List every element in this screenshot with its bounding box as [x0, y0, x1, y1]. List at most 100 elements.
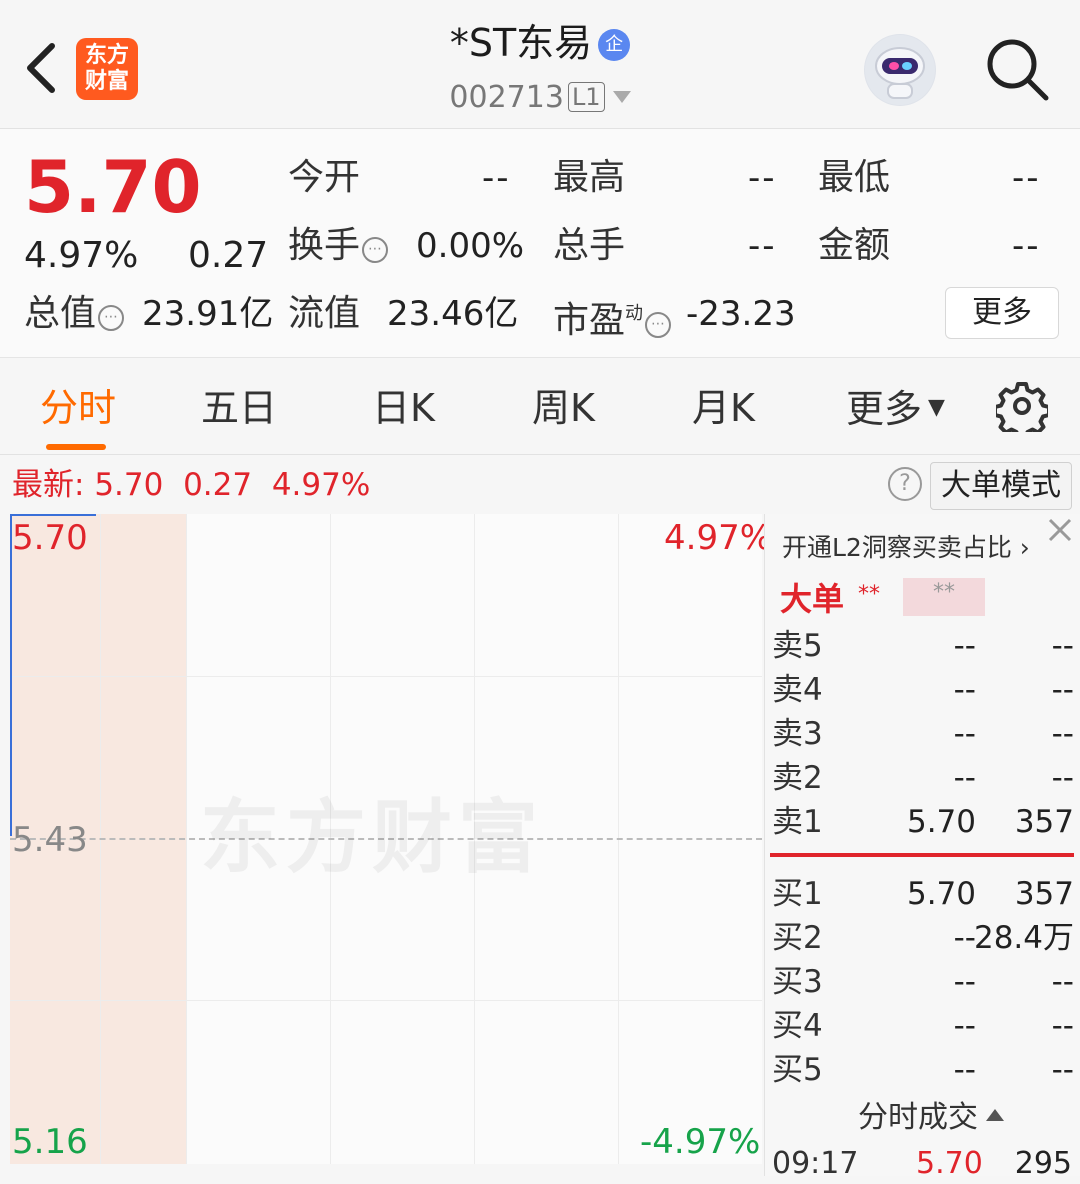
collapse-caret-icon [986, 1109, 1004, 1121]
dropdown-triangle-icon: ▼ [928, 395, 945, 420]
sell-price: -- [953, 628, 976, 664]
help-icon[interactable]: ? [888, 467, 922, 501]
buy-level: 买1 [772, 876, 823, 912]
amount-label: 金额 [818, 225, 891, 266]
buy-level: 买5 [772, 1052, 823, 1088]
turnover-label-group[interactable]: 换手 ⋯ [288, 224, 389, 268]
sell-price: -- [953, 672, 976, 708]
buy-level: 买4 [772, 1008, 823, 1044]
level-badge: L1 [567, 82, 605, 112]
low-value: -- [1012, 158, 1041, 198]
assistant-robot-icon[interactable] [864, 34, 936, 106]
big-order-masked-2: ** [903, 578, 985, 616]
volume-value: -- [748, 226, 777, 266]
close-icon[interactable] [1044, 514, 1076, 546]
grid-line [10, 676, 762, 677]
mktcap-value: 23.91亿 [142, 294, 274, 334]
low-label: 最低 [818, 157, 891, 198]
sell-row: 卖5 -- -- [772, 624, 1076, 668]
sell-volume: -- [1051, 716, 1074, 752]
turnover-label: 换手 [288, 225, 361, 266]
float-value: 23.46亿 [387, 294, 519, 334]
buy-row: 买1 5.70 357 [772, 872, 1076, 916]
active-tab-indicator [46, 444, 106, 450]
buy-volume: -- [1051, 964, 1074, 1000]
tab-more[interactable]: 更多 ▼ [846, 380, 945, 437]
more-info-icon: ⋯ [645, 312, 672, 338]
more-info-icon: ⋯ [98, 305, 125, 331]
mktcap-label: 总值 [24, 293, 97, 334]
float-label: 流值 [288, 293, 361, 334]
tab-monthly-k[interactable]: 月K [692, 380, 755, 436]
stock-code-row[interactable]: 002713 L1 [340, 78, 740, 118]
buy-price: -- [953, 964, 976, 1000]
sell-level: 卖3 [772, 716, 823, 752]
sell-row: 卖1 5.70 357 [772, 800, 1076, 844]
logo-line2: 财富 [84, 69, 129, 94]
mktcap-label-group[interactable]: 总值 ⋯ [24, 292, 125, 336]
big-order-label: 大单 [780, 580, 845, 618]
latest-label: 最新: [12, 467, 85, 503]
open-value: -- [482, 158, 511, 198]
buy-level: 买3 [772, 964, 823, 1000]
pe-label-group[interactable]: 市盈动 ⋯ [553, 292, 672, 343]
enterprise-badge-icon: 企 [598, 29, 631, 61]
settings-gear-icon[interactable] [996, 380, 1048, 432]
change-amount: 0.27 [188, 235, 269, 276]
buy-volume: -- [1051, 1008, 1074, 1044]
sell-volume: 357 [1014, 804, 1074, 840]
big-order-mode-button[interactable]: 大单模式 [930, 462, 1072, 510]
latest-price: 5.70 [94, 467, 164, 503]
tab-five-day[interactable]: 五日 [201, 380, 277, 436]
sell-level: 卖5 [772, 628, 823, 664]
tick-time: 09:17 [772, 1146, 859, 1181]
pe-value: -23.23 [686, 294, 796, 334]
buy-price: 5.70 [906, 876, 976, 912]
sell-price: -- [953, 716, 976, 752]
more-info-icon: ⋯ [362, 237, 389, 263]
l2-promo-link[interactable]: 开通L2洞察买卖占比 › [782, 528, 1030, 568]
tick-price: 5.70 [916, 1146, 983, 1181]
tab-intraday[interactable]: 分时 [40, 380, 116, 436]
sell-level: 卖4 [772, 672, 823, 708]
buy-price: -- [953, 920, 976, 956]
buy-level: 买2 [772, 920, 823, 956]
sell-volume: -- [1051, 672, 1074, 708]
tick-volume: 295 [1014, 1146, 1072, 1181]
grid-line [10, 1000, 762, 1001]
buy-row: 买3 -- -- [772, 960, 1076, 1004]
turnover-value: 0.00% [416, 226, 525, 266]
axis-top-pct: 4.97% [664, 518, 773, 558]
buy-row: 买4 -- -- [772, 1004, 1076, 1048]
latest-change: 0.27 [183, 467, 253, 503]
tab-daily-k[interactable]: 日K [372, 380, 435, 436]
volume-label: 总手 [553, 225, 626, 266]
stock-title: *ST东易企 [340, 18, 740, 68]
sell-level: 卖2 [772, 760, 823, 796]
high-label: 最高 [553, 157, 626, 198]
time-sales-toggle[interactable]: 分时成交 [858, 1098, 1004, 1138]
search-icon[interactable] [982, 34, 1052, 104]
sell-level: 卖1 [772, 804, 823, 840]
buy-row: 买5 -- -- [772, 1048, 1076, 1092]
sell-row: 卖2 -- -- [772, 756, 1076, 800]
buy-price: -- [953, 1008, 976, 1044]
time-sales-title: 分时成交 [858, 1100, 978, 1135]
open-label: 今开 [288, 157, 361, 198]
more-button[interactable]: 更多 [945, 287, 1059, 339]
axis-bottom-price: 5.16 [12, 1122, 88, 1162]
change-percent: 4.97% [24, 235, 139, 276]
pe-label: 市盈 [553, 300, 626, 341]
latest-quote-row: 最新: 5.70 0.27 4.97% [12, 462, 370, 508]
buy-price: -- [953, 1052, 976, 1088]
sell-row: 卖4 -- -- [772, 668, 1076, 712]
price-line [10, 514, 12, 836]
buy-row: 买2 -- 28.4万 [772, 916, 1076, 960]
sell-volume: -- [1051, 760, 1074, 796]
app-logo[interactable]: 东方 财富 [76, 38, 138, 100]
tab-more-label: 更多 [846, 387, 923, 431]
back-icon[interactable] [22, 38, 62, 98]
tab-weekly-k[interactable]: 周K [532, 380, 595, 436]
current-price: 5.70 [24, 145, 202, 229]
axis-top-price: 5.70 [12, 518, 88, 558]
